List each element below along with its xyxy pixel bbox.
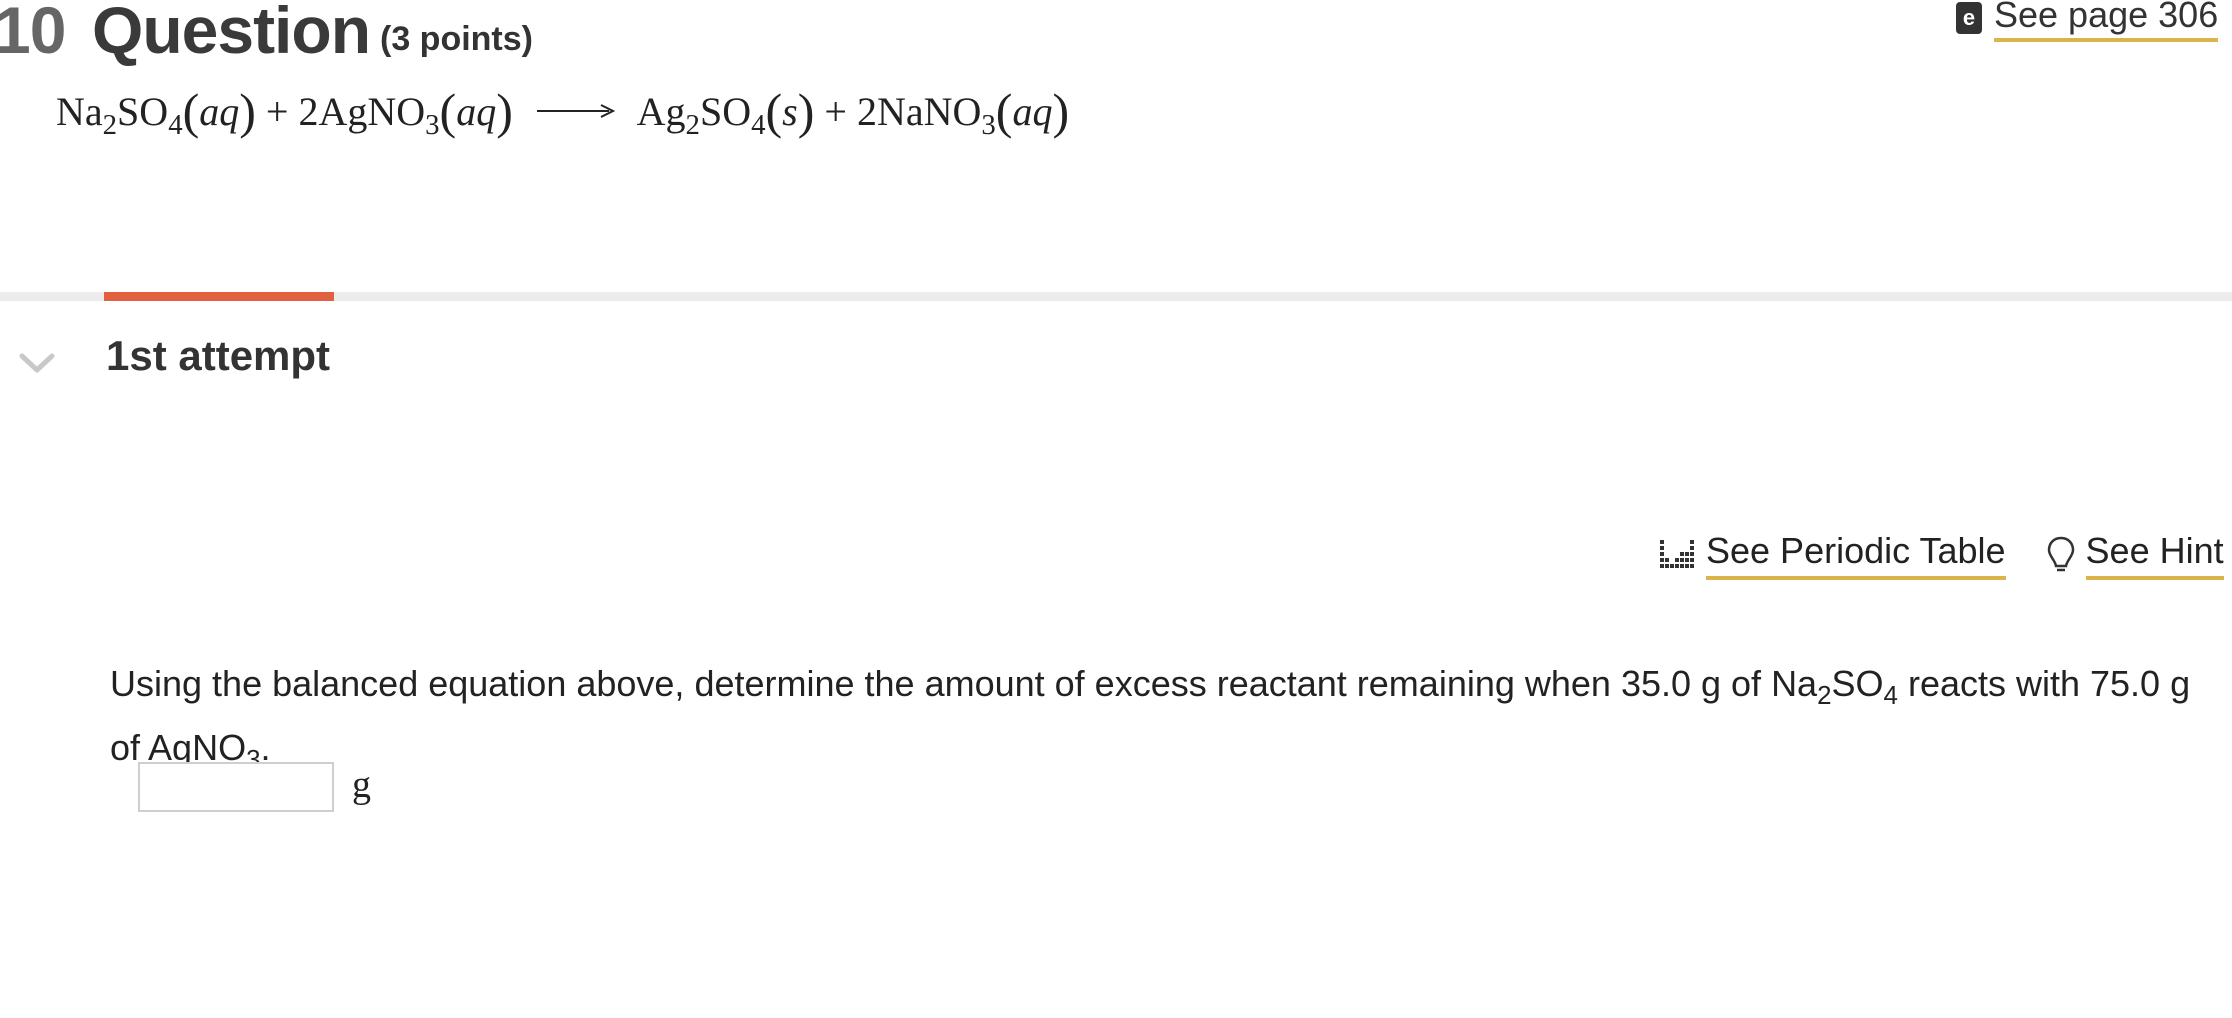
attempt-progress-bar	[104, 292, 334, 301]
periodic-table-link[interactable]: See Periodic Table	[1660, 530, 2006, 580]
attempt-title: 1st attempt	[106, 332, 331, 379]
question-points: (3 points)	[380, 20, 533, 58]
reactant-na2so4: Na2SO4(aq)	[56, 83, 256, 141]
answer-row: g	[138, 762, 371, 812]
ebook-page-link[interactable]: e See page 306	[1956, 0, 2219, 42]
answer-input[interactable]	[138, 762, 334, 812]
hint-link[interactable]: See Hint	[2046, 530, 2224, 580]
reactant-agno3: 2AgNO3(aq)	[298, 83, 513, 141]
question-title: Question	[92, 0, 371, 67]
section-divider	[0, 292, 2232, 301]
question-number: 10	[0, 0, 66, 67]
hint-label[interactable]: See Hint	[2085, 530, 2224, 580]
reaction-arrow-icon	[536, 104, 615, 118]
chemical-equation: Na2SO4(aq) + 2AgNO3(aq) Ag2SO4(s) + 2NaN…	[56, 82, 1069, 142]
product-ag2so4: Ag2SO4(s)	[636, 83, 815, 141]
question-tools: See Periodic Table See Hint	[1660, 530, 2224, 580]
ebook-icon: e	[1956, 2, 1982, 34]
periodic-table-label[interactable]: See Periodic Table	[1706, 530, 2006, 580]
lightbulb-icon	[2047, 536, 2074, 572]
periodic-table-icon	[1660, 540, 1694, 568]
answer-unit: g	[352, 764, 371, 806]
product-nano3: 2NaNO3(aq)	[856, 83, 1070, 141]
question-prompt: Using the balanced equation above, deter…	[110, 663, 2191, 775]
plus-sign: +	[824, 89, 847, 134]
plus-sign: +	[265, 89, 289, 134]
ebook-page-label[interactable]: See page 306	[1994, 0, 2219, 42]
chevron-down-icon[interactable]	[18, 348, 56, 378]
